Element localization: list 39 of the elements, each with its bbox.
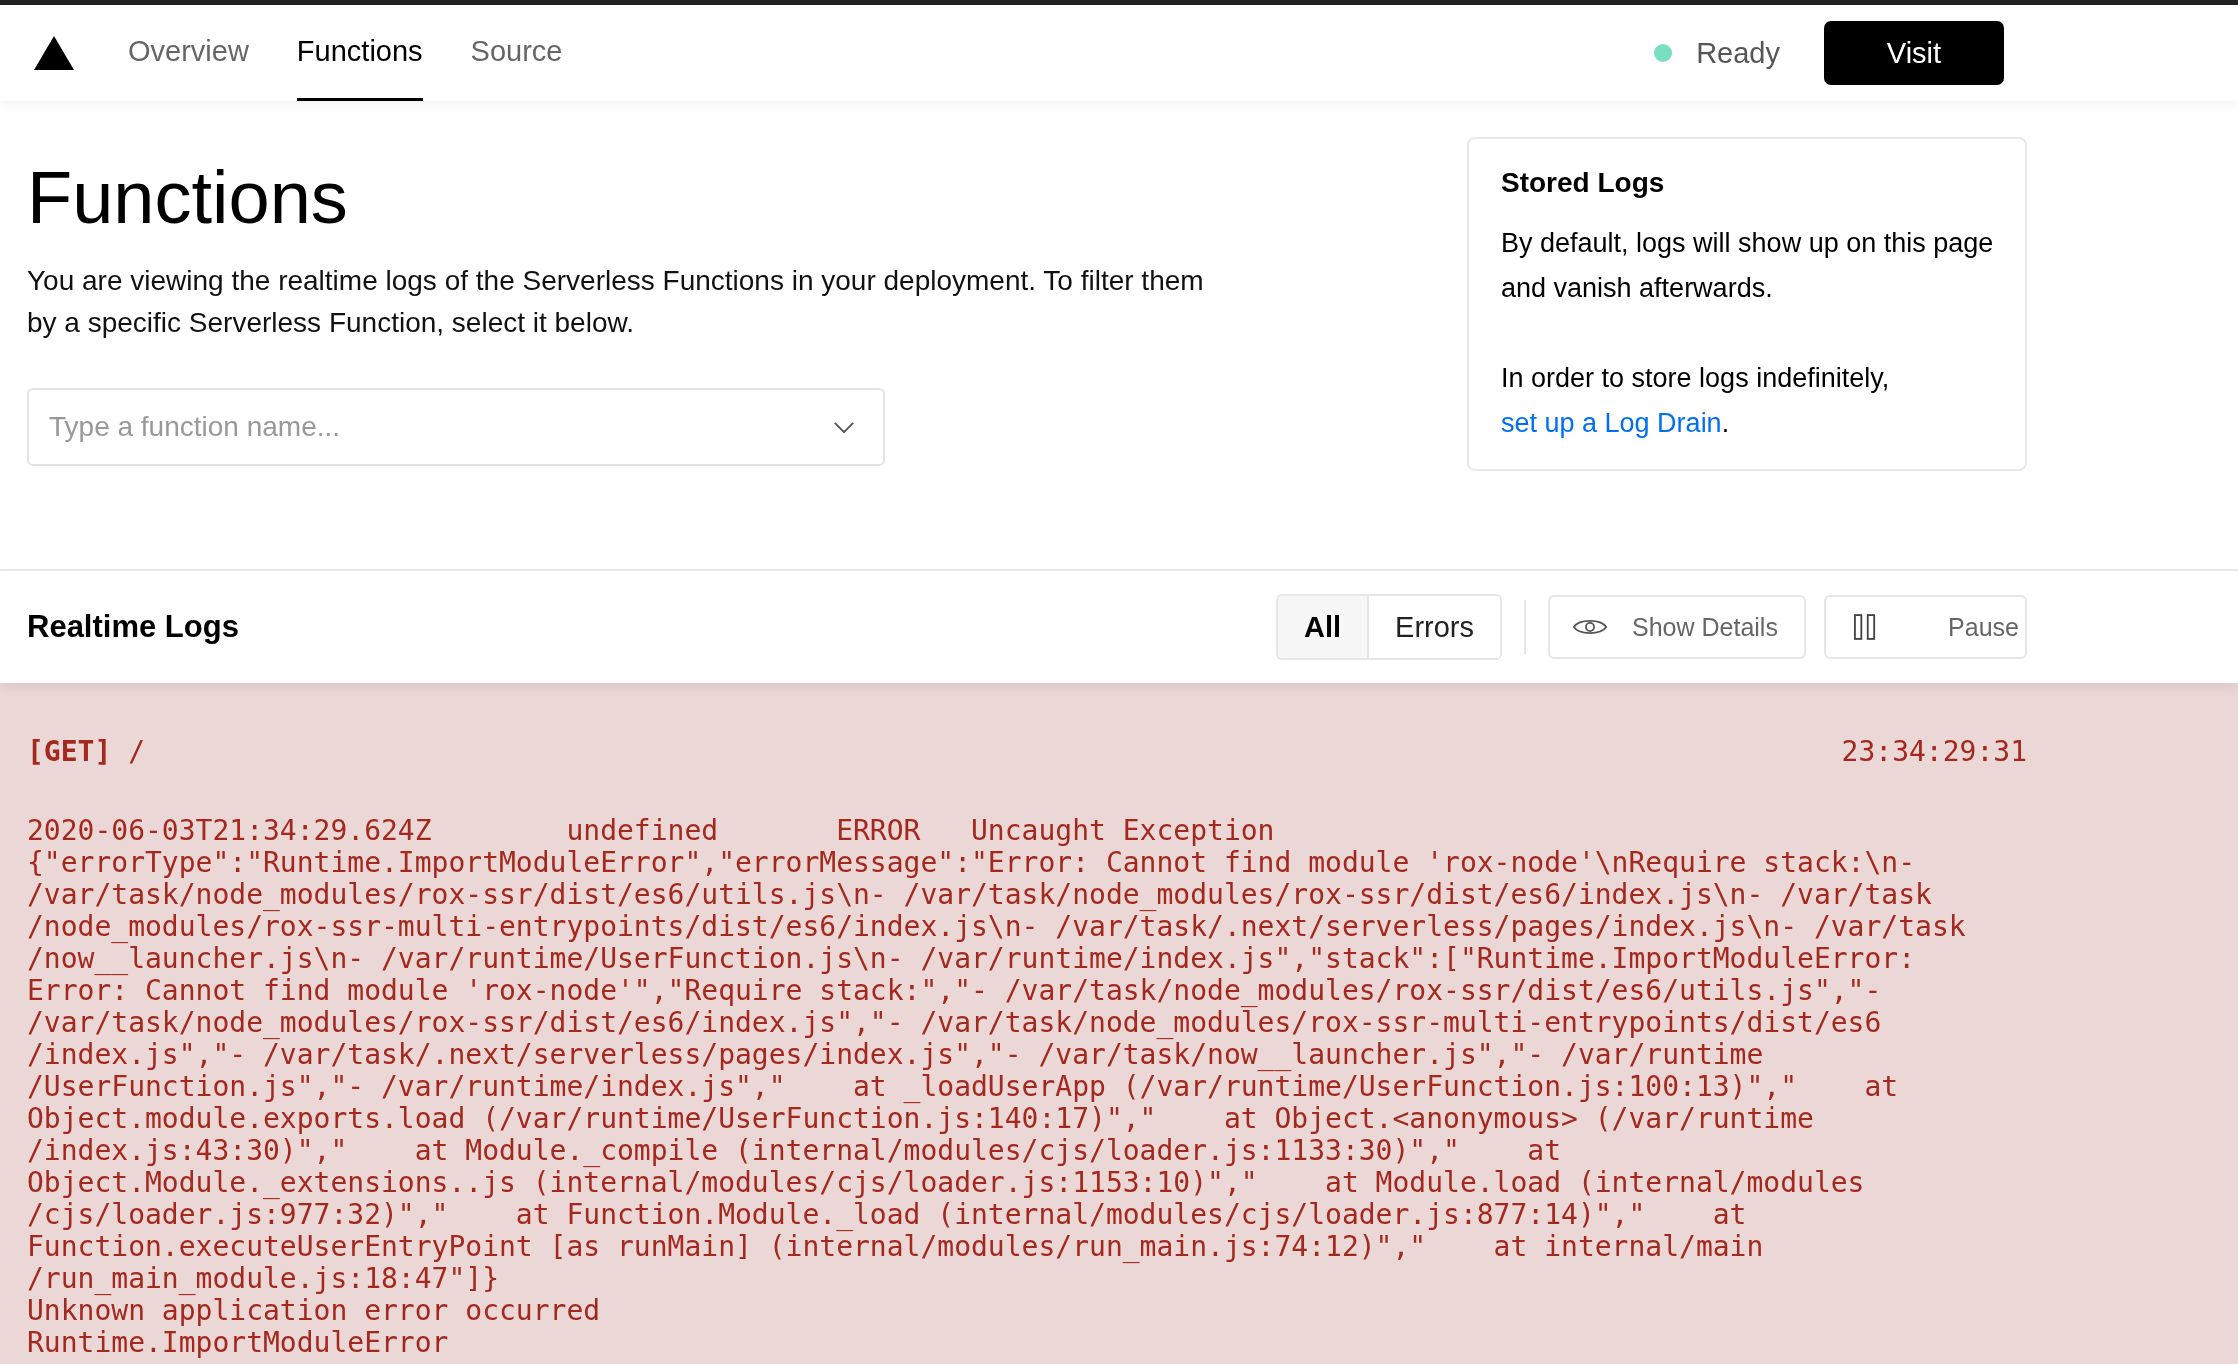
log-line: /cjs/loader.js:977:32)"," at Function.Module._load (internal/modules/cjs/loader.js:877:14)"," at [27, 1199, 1748, 1231]
nav-tab[interactable]: Source [470, 5, 563, 101]
log-line: /UserFunction.js","- /var/runtime/index.js"," at _loadUserApp (/var/runtime/UserFunction.js:100:13)"," at [27, 1071, 1900, 1103]
log-line: /run_main_module.js:18:47"]} [27, 1263, 500, 1295]
log-line: {"errorType":"Runtime.ImportModuleError","errorMessage":"Error: Cannot find module 'rox-node'\nRequire stack:\n- [27, 847, 1917, 879]
page-description: You are viewing the realtime logs of the Serverless Functions in your deployment. To filter them by a specific Serverless Function, select it below. [27, 264, 1205, 340]
log-line: Function.executeUserEntryPoint [as runMain] (internal/modules/run_main.js:74:12)"," at internal/main [27, 1231, 1765, 1263]
nav-tab[interactable]: Functions [296, 5, 423, 101]
log-line: Object.module.exports.load (/var/runtime/UserFunction.js:140:17)"," at Object.<anonymous> (/var/runtime [27, 1103, 1815, 1135]
chevron-down-icon[interactable] [833, 421, 855, 434]
log-line: /var/task/node_modules/rox-ssr/dist/es6/utils.js\n- /var/task/node_modules/rox-ssr/dist/es6/index.js\n- /var/task [27, 879, 1933, 911]
pause-icon [1854, 613, 1876, 641]
log-line: Runtime.ImportModuleError [27, 1327, 450, 1359]
section-title: Realtime Logs [27, 609, 239, 645]
log-line: Object.Module._extensions..js (internal/modules/cjs/loader.js:1153:10)"," at Module.load (internal/modules [27, 1167, 1866, 1199]
log-line: Error: Cannot find module 'rox-node'","Require stack:","- /var/task/node_modules/rox-ssr/dist/es6/utils.js","- [27, 975, 1883, 1007]
card-text: By default, logs will show up on this page and vanish afterwards. [1501, 227, 1995, 305]
card-title: Stored Logs [1501, 167, 1666, 199]
nav-tab[interactable]: Overview [128, 5, 249, 101]
log-line: /var/task/node_modules/rox-ssr/dist/es6/index.js","- /var/task/node_modules/rox-ssr-multi-entrypoints/dist/es6 [27, 1007, 1883, 1039]
show-details-button[interactable]: Show Details [1548, 595, 1806, 659]
log-time: 23:34:29:31 [1841, 735, 2027, 768]
filter-tab[interactable]: All [1278, 596, 1368, 658]
function-select[interactable]: Type a function name... [27, 388, 885, 466]
visit-button[interactable]: Visit [1824, 21, 2004, 85]
log-drain-link[interactable]: set up a Log Drain [1501, 408, 1722, 438]
log-line: /node_modules/rox-ssr-multi-entrypoints/dist/es6/index.js\n- /var/task/.next/serverless/pages/index.js\n- /var/task [27, 911, 1967, 943]
log-request: [GET] / [27, 735, 145, 768]
filter-tab[interactable]: Errors [1367, 596, 1500, 658]
log-line: /index.js:43:30)"," at Module._compile (internal/modules/cjs/loader.js:1133:30)"," at [27, 1135, 1563, 1167]
log-line: /now__launcher.js\n- /var/runtime/UserFunction.js\n- /var/runtime/index.js","stack":["Runtime.ImportModuleError: [27, 943, 1917, 975]
status-label: Ready [1696, 36, 1780, 70]
triangle-logo-icon[interactable] [34, 36, 74, 70]
pause-button[interactable]: Pause [1824, 595, 2027, 659]
log-line: 2020-06-03T21:34:29.624Z undefined ERROR Uncaught Exception [27, 815, 1276, 847]
card-text: In order to store logs indefinitely, set up a Log Drain. [1501, 362, 1891, 440]
page-title: Functions [27, 155, 349, 240]
log-line: Unknown application error occurred [27, 1295, 602, 1327]
log-line: /index.js","- /var/task/.next/serverless/pages/index.js","- /var/task/now__launcher.js","- /var/runtime [27, 1039, 1764, 1071]
